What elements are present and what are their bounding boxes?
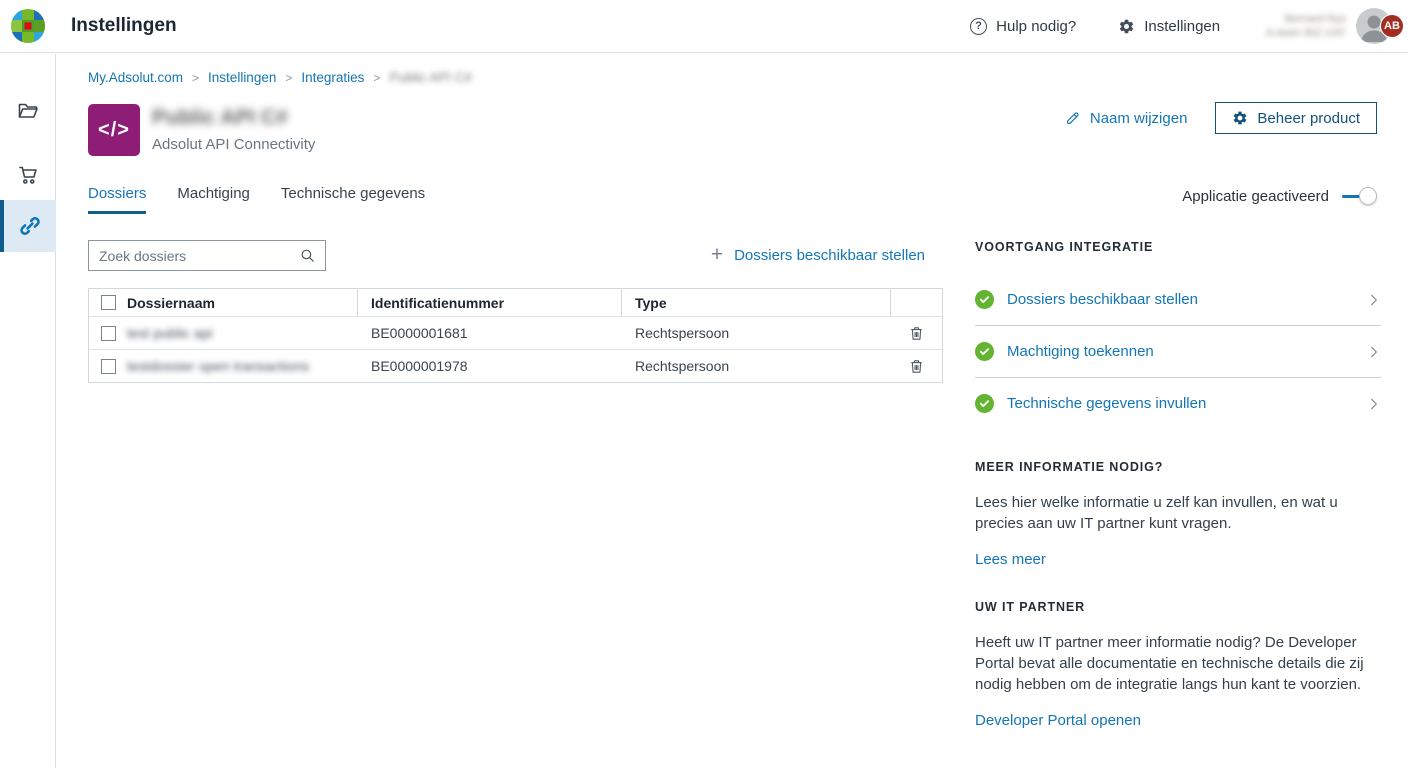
top-bar: Instellingen ? Hulp nodig? Instellingen … — [0, 0, 1408, 53]
check-icon — [975, 394, 994, 413]
side-panel: VOORTGANG INTEGRATIE Dossiers beschikbaa… — [975, 240, 1381, 730]
progress-item-dossiers[interactable]: Dossiers beschikbaar stellen — [975, 274, 1381, 325]
check-icon — [975, 290, 994, 309]
add-dossiers-label: Dossiers beschikbaar stellen — [734, 247, 925, 264]
partner-section-body: Heeft uw IT partner meer informatie nodi… — [975, 632, 1373, 695]
dossier-type: Rechtspersoon — [622, 358, 891, 374]
activation-toggle-label: Applicatie geactiveerd — [1182, 188, 1329, 205]
folder-icon — [16, 98, 40, 122]
help-link[interactable]: ? Hulp nodig? — [970, 18, 1076, 35]
settings-link[interactable]: Instellingen — [1118, 18, 1220, 35]
sidebar — [0, 54, 56, 768]
check-icon — [975, 342, 994, 361]
manage-product-label: Beheer product — [1257, 110, 1360, 127]
col-type: Type — [622, 289, 891, 316]
user-name: Bernard Nys A-team BIZ UAT — [1266, 12, 1346, 40]
pencil-icon — [1065, 110, 1081, 126]
breadcrumb: My.Adsolut.com > Instellingen > Integrat… — [88, 70, 472, 85]
page-title: Instellingen — [71, 15, 177, 37]
tab-technische-gegevens[interactable]: Technische gegevens — [281, 185, 425, 214]
table-row: testdossier open transactions BE00000019… — [89, 349, 942, 382]
help-label: Hulp nodig? — [996, 18, 1076, 35]
gear-icon — [1232, 110, 1248, 126]
tab-machtiging[interactable]: Machtiging — [177, 185, 250, 214]
progress-item-technische-gegevens[interactable]: Technische gegevens invullen — [975, 377, 1381, 429]
rename-label: Naam wijzigen — [1090, 110, 1188, 127]
link-icon — [18, 214, 42, 238]
trash-icon — [908, 358, 925, 375]
col-dossiernaam: Dossiernaam — [127, 295, 215, 311]
toggle-knob — [1359, 187, 1377, 205]
info-section: MEER INFORMATIE NODIG? Lees hier welke i… — [975, 460, 1381, 569]
breadcrumb-separator: > — [285, 71, 292, 85]
activation-toggle[interactable] — [1342, 187, 1377, 205]
product-subtitle: Adsolut API Connectivity — [152, 136, 315, 153]
product-code-icon: </> — [88, 104, 140, 156]
progress-item-label: Dossiers beschikbaar stellen — [1007, 291, 1198, 308]
breadcrumb-link-instellingen[interactable]: Instellingen — [208, 70, 276, 85]
tab-dossiers[interactable]: Dossiers — [88, 185, 146, 214]
dossier-name: testdossier open transactions — [127, 358, 309, 374]
row-checkbox[interactable] — [101, 326, 116, 341]
chevron-right-icon — [1367, 397, 1381, 411]
sidebar-item-integraties[interactable] — [0, 200, 56, 252]
progress-list: Dossiers beschikbaar stellen Machtiging … — [975, 274, 1381, 429]
user-menu[interactable]: Bernard Nys A-team BIZ UAT AB — [1266, 8, 1392, 44]
dossier-id: BE0000001681 — [358, 325, 622, 341]
search-box — [88, 240, 326, 271]
breadcrumb-separator: > — [373, 71, 380, 85]
tab-bar: Dossiers Machtiging Technische gegevens — [88, 185, 425, 214]
plus-icon: + — [711, 246, 723, 264]
dossier-name: test public api — [127, 325, 213, 341]
breadcrumb-current: Public API C# — [389, 70, 472, 85]
progress-item-label: Technische gegevens invullen — [1007, 395, 1206, 412]
dossier-type: Rechtspersoon — [622, 325, 891, 341]
add-dossiers-button[interactable]: + Dossiers beschikbaar stellen — [711, 246, 925, 264]
progress-item-label: Machtiging toekennen — [1007, 343, 1154, 360]
delete-button[interactable] — [908, 358, 925, 375]
user-badge: AB — [1380, 14, 1404, 38]
rename-button[interactable]: Naam wijzigen — [1065, 110, 1188, 127]
partner-section-title: UW IT PARTNER — [975, 600, 1381, 614]
adsolut-logo-icon — [10, 8, 46, 44]
chevron-right-icon — [1367, 293, 1381, 307]
settings-label: Instellingen — [1144, 18, 1220, 35]
breadcrumb-separator: > — [192, 71, 199, 85]
chevron-right-icon — [1367, 345, 1381, 359]
sidebar-item-webshop[interactable] — [0, 149, 56, 201]
manage-product-button[interactable]: Beheer product — [1215, 102, 1377, 134]
info-section-body: Lees hier welke informatie u zelf kan in… — [975, 492, 1373, 534]
breadcrumb-link-home[interactable]: My.Adsolut.com — [88, 70, 183, 85]
app-window: Instellingen ? Hulp nodig? Instellingen … — [0, 0, 1408, 768]
developer-portal-link[interactable]: Developer Portal openen — [975, 712, 1141, 729]
partner-section: UW IT PARTNER Heeft uw IT partner meer i… — [975, 600, 1381, 730]
product-title: Public API C# — [152, 106, 288, 130]
delete-button[interactable] — [908, 325, 925, 342]
select-all-checkbox[interactable] — [101, 295, 116, 310]
read-more-link[interactable]: Lees meer — [975, 551, 1046, 568]
info-section-title: MEER INFORMATIE NODIG? — [975, 460, 1381, 474]
help-icon: ? — [970, 18, 987, 35]
dossier-id: BE0000001978 — [358, 358, 622, 374]
breadcrumb-link-integraties[interactable]: Integraties — [301, 70, 364, 85]
trash-icon — [908, 325, 925, 342]
progress-section-title: VOORTGANG INTEGRATIE — [975, 240, 1381, 254]
dossiers-table: Dossiernaam Identificatienummer Type tes… — [88, 288, 943, 383]
search-icon[interactable] — [299, 247, 316, 264]
progress-item-machtiging[interactable]: Machtiging toekennen — [975, 325, 1381, 377]
gear-icon — [1118, 18, 1135, 35]
cart-icon — [16, 163, 40, 187]
table-row: test public api BE0000001681 Rechtsperso… — [89, 316, 942, 349]
table-header-row: Dossiernaam Identificatienummer Type — [89, 289, 942, 316]
search-input[interactable] — [89, 248, 299, 264]
col-identificatienummer: Identificatienummer — [358, 289, 622, 316]
sidebar-item-dossiers[interactable] — [0, 84, 56, 136]
row-checkbox[interactable] — [101, 359, 116, 374]
